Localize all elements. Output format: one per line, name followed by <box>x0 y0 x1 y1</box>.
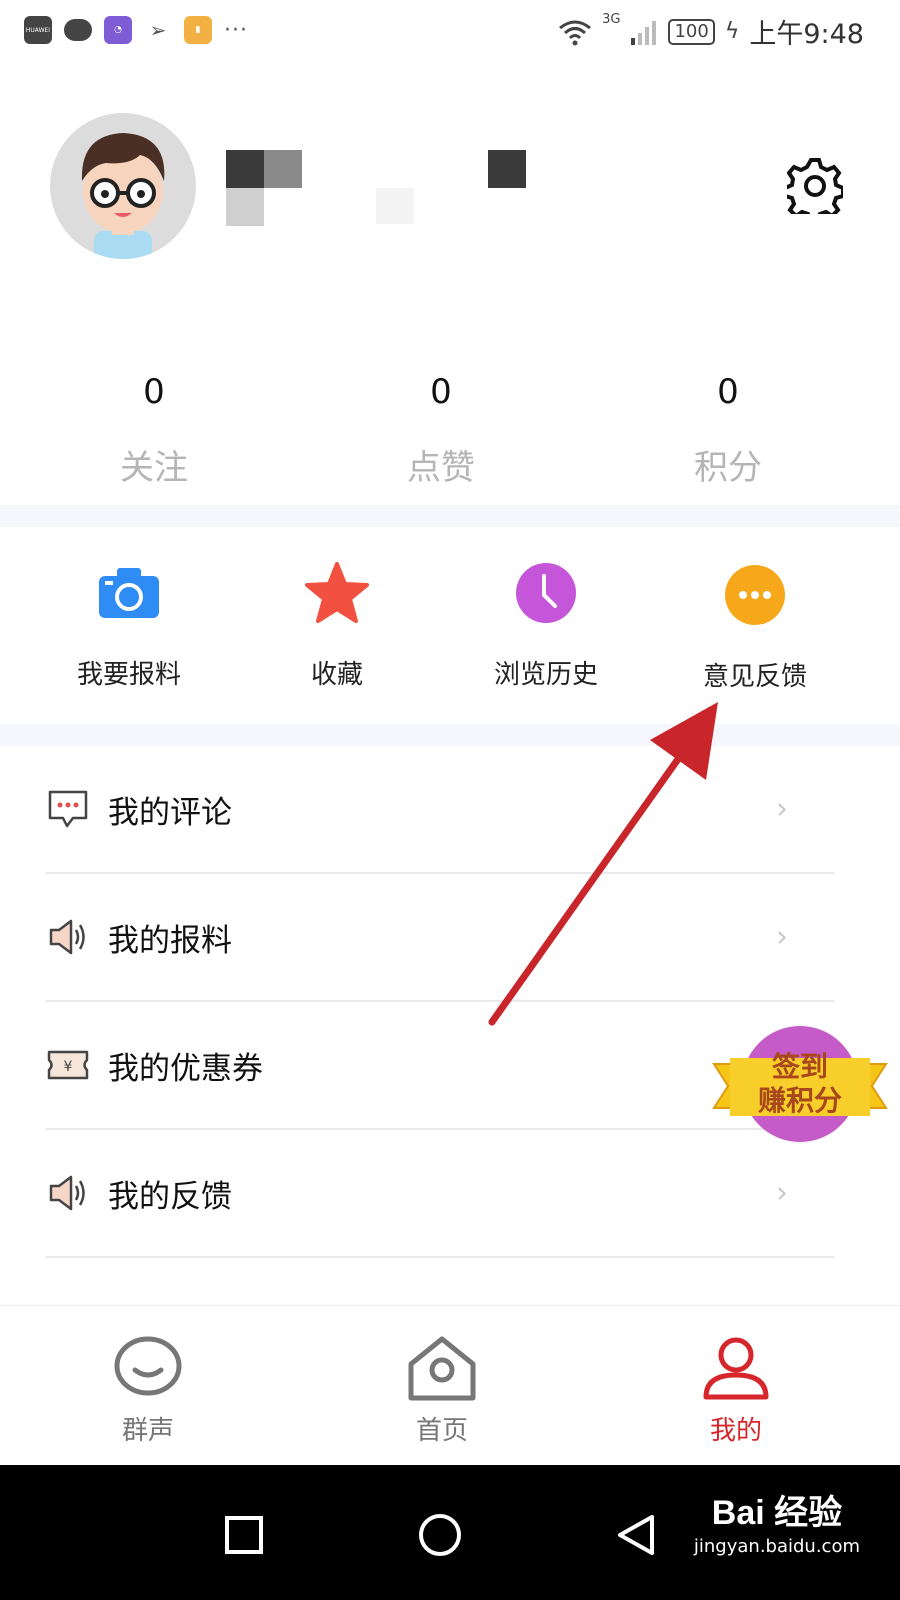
menu-item-label: 我的优惠券 <box>108 1050 263 1087</box>
points-label: 积分 <box>694 448 762 488</box>
circle-icon <box>419 1514 461 1556</box>
tab-label: 群声 <box>121 1416 174 1446</box>
triangle-back-icon <box>618 1515 654 1555</box>
square-icon <box>225 1516 263 1554</box>
menu-item-my-feedback[interactable]: 我的反馈 › <box>46 1130 834 1258</box>
username-redacted-fragment <box>488 150 526 188</box>
tab-mine[interactable]: 我的 <box>656 1328 816 1447</box>
section-divider <box>0 505 900 527</box>
menu-item-my-reports[interactable]: 我的报料 › <box>46 874 834 1002</box>
points-count: 0 <box>717 372 739 412</box>
menu-item-my-comments[interactable]: 我的评论 › <box>46 746 834 874</box>
chat-bubble-icon <box>108 1328 188 1408</box>
signin-earn-points-badge[interactable]: 签到 赚积分 <box>712 1024 888 1148</box>
more-dots-icon <box>722 562 788 628</box>
quick-action-feedback[interactable]: 意见反馈 <box>655 562 855 693</box>
menu-item-label: 我的反馈 <box>108 1178 232 1215</box>
avatar[interactable] <box>50 113 196 259</box>
speaker-icon <box>46 1171 90 1215</box>
comment-icon <box>46 787 90 831</box>
send-icon: ➢ <box>149 18 167 42</box>
recent-apps-button[interactable] <box>204 1495 284 1575</box>
tab-label: 首页 <box>415 1416 468 1446</box>
folder-app-icon: ▮ <box>184 16 212 44</box>
quick-action-label: 收藏 <box>310 660 363 690</box>
huawei-app-icon: HUAWEI <box>24 16 52 44</box>
likes-count: 0 <box>430 372 452 412</box>
status-bar: HUAWEI ◔ ➢ ▮ ··· 3G 100 ϟ 上午9:48 <box>0 0 900 62</box>
signin-line1: 签到 <box>771 1050 828 1083</box>
section-divider <box>0 724 900 746</box>
home-icon <box>402 1328 482 1408</box>
charging-icon: ϟ <box>724 19 740 44</box>
signin-badge-text: 签到 赚积分 <box>730 1050 870 1118</box>
tab-label: 我的 <box>709 1416 762 1446</box>
system-nav-bar: Bai 经验 jingyan.baidu.com <box>0 1465 900 1600</box>
notification-icons: HUAWEI ◔ ➢ ▮ ··· <box>24 16 248 44</box>
menu-item-label: 我的评论 <box>108 794 232 831</box>
quick-action-label: 我要报料 <box>76 660 181 690</box>
network-type: 3G <box>602 12 621 27</box>
quick-action-favorites[interactable]: 收藏 <box>237 560 437 691</box>
svg-text:¥: ¥ <box>64 1059 73 1075</box>
battery-indicator: 100 <box>668 18 715 45</box>
watermark-url: jingyan.baidu.com <box>693 1536 860 1557</box>
wifi-icon <box>559 20 592 45</box>
star-icon <box>304 560 370 626</box>
clock-icon <box>513 560 579 626</box>
stat-following[interactable]: 0 关注 <box>54 372 254 489</box>
baidu-jingyan-watermark: Bai 经验 jingyan.baidu.com <box>694 1485 860 1557</box>
username-redacted <box>226 150 302 226</box>
coupon-icon: ¥ <box>46 1043 90 1087</box>
quick-action-report[interactable]: 我要报料 <box>29 560 229 691</box>
menu-item-label: 我的报料 <box>108 922 232 959</box>
chevron-right-icon: › <box>776 919 788 955</box>
cartoon-avatar-icon <box>81 133 165 259</box>
likes-label: 点赞 <box>407 448 475 488</box>
stat-likes[interactable]: 0 点赞 <box>341 372 541 489</box>
tab-group-voice[interactable]: 群声 <box>68 1328 228 1447</box>
message-icon <box>64 16 92 44</box>
back-button[interactable] <box>596 1495 676 1575</box>
signin-line2: 赚积分 <box>757 1084 842 1117</box>
signal-icon <box>631 20 657 45</box>
clock: 上午9:48 <box>749 19 864 50</box>
tab-home[interactable]: 首页 <box>362 1328 522 1447</box>
chevron-right-icon: › <box>776 791 788 827</box>
person-icon <box>696 1328 776 1408</box>
bottom-tab-bar: 群声 首页 我的 <box>0 1305 900 1465</box>
quick-action-label: 意见反馈 <box>702 662 807 692</box>
settings-button[interactable] <box>784 155 846 217</box>
home-nav-button[interactable] <box>400 1495 480 1575</box>
gear-icon <box>787 158 843 214</box>
quick-action-history[interactable]: 浏览历史 <box>446 560 646 691</box>
quick-action-label: 浏览历史 <box>493 660 598 690</box>
following-count: 0 <box>143 372 165 412</box>
system-status: 3G 100 ϟ 上午9:48 <box>558 12 864 51</box>
stat-points[interactable]: 0 积分 <box>628 372 828 489</box>
pie-app-icon: ◔ <box>104 16 132 44</box>
username-redacted-fragment <box>376 188 414 224</box>
speaker-icon <box>46 915 90 959</box>
following-label: 关注 <box>120 448 188 488</box>
chevron-right-icon: › <box>776 1175 788 1211</box>
camera-icon <box>96 560 162 626</box>
more-notifications-icon: ··· <box>224 17 248 43</box>
watermark-brand: Bai 经验 <box>711 1494 843 1532</box>
